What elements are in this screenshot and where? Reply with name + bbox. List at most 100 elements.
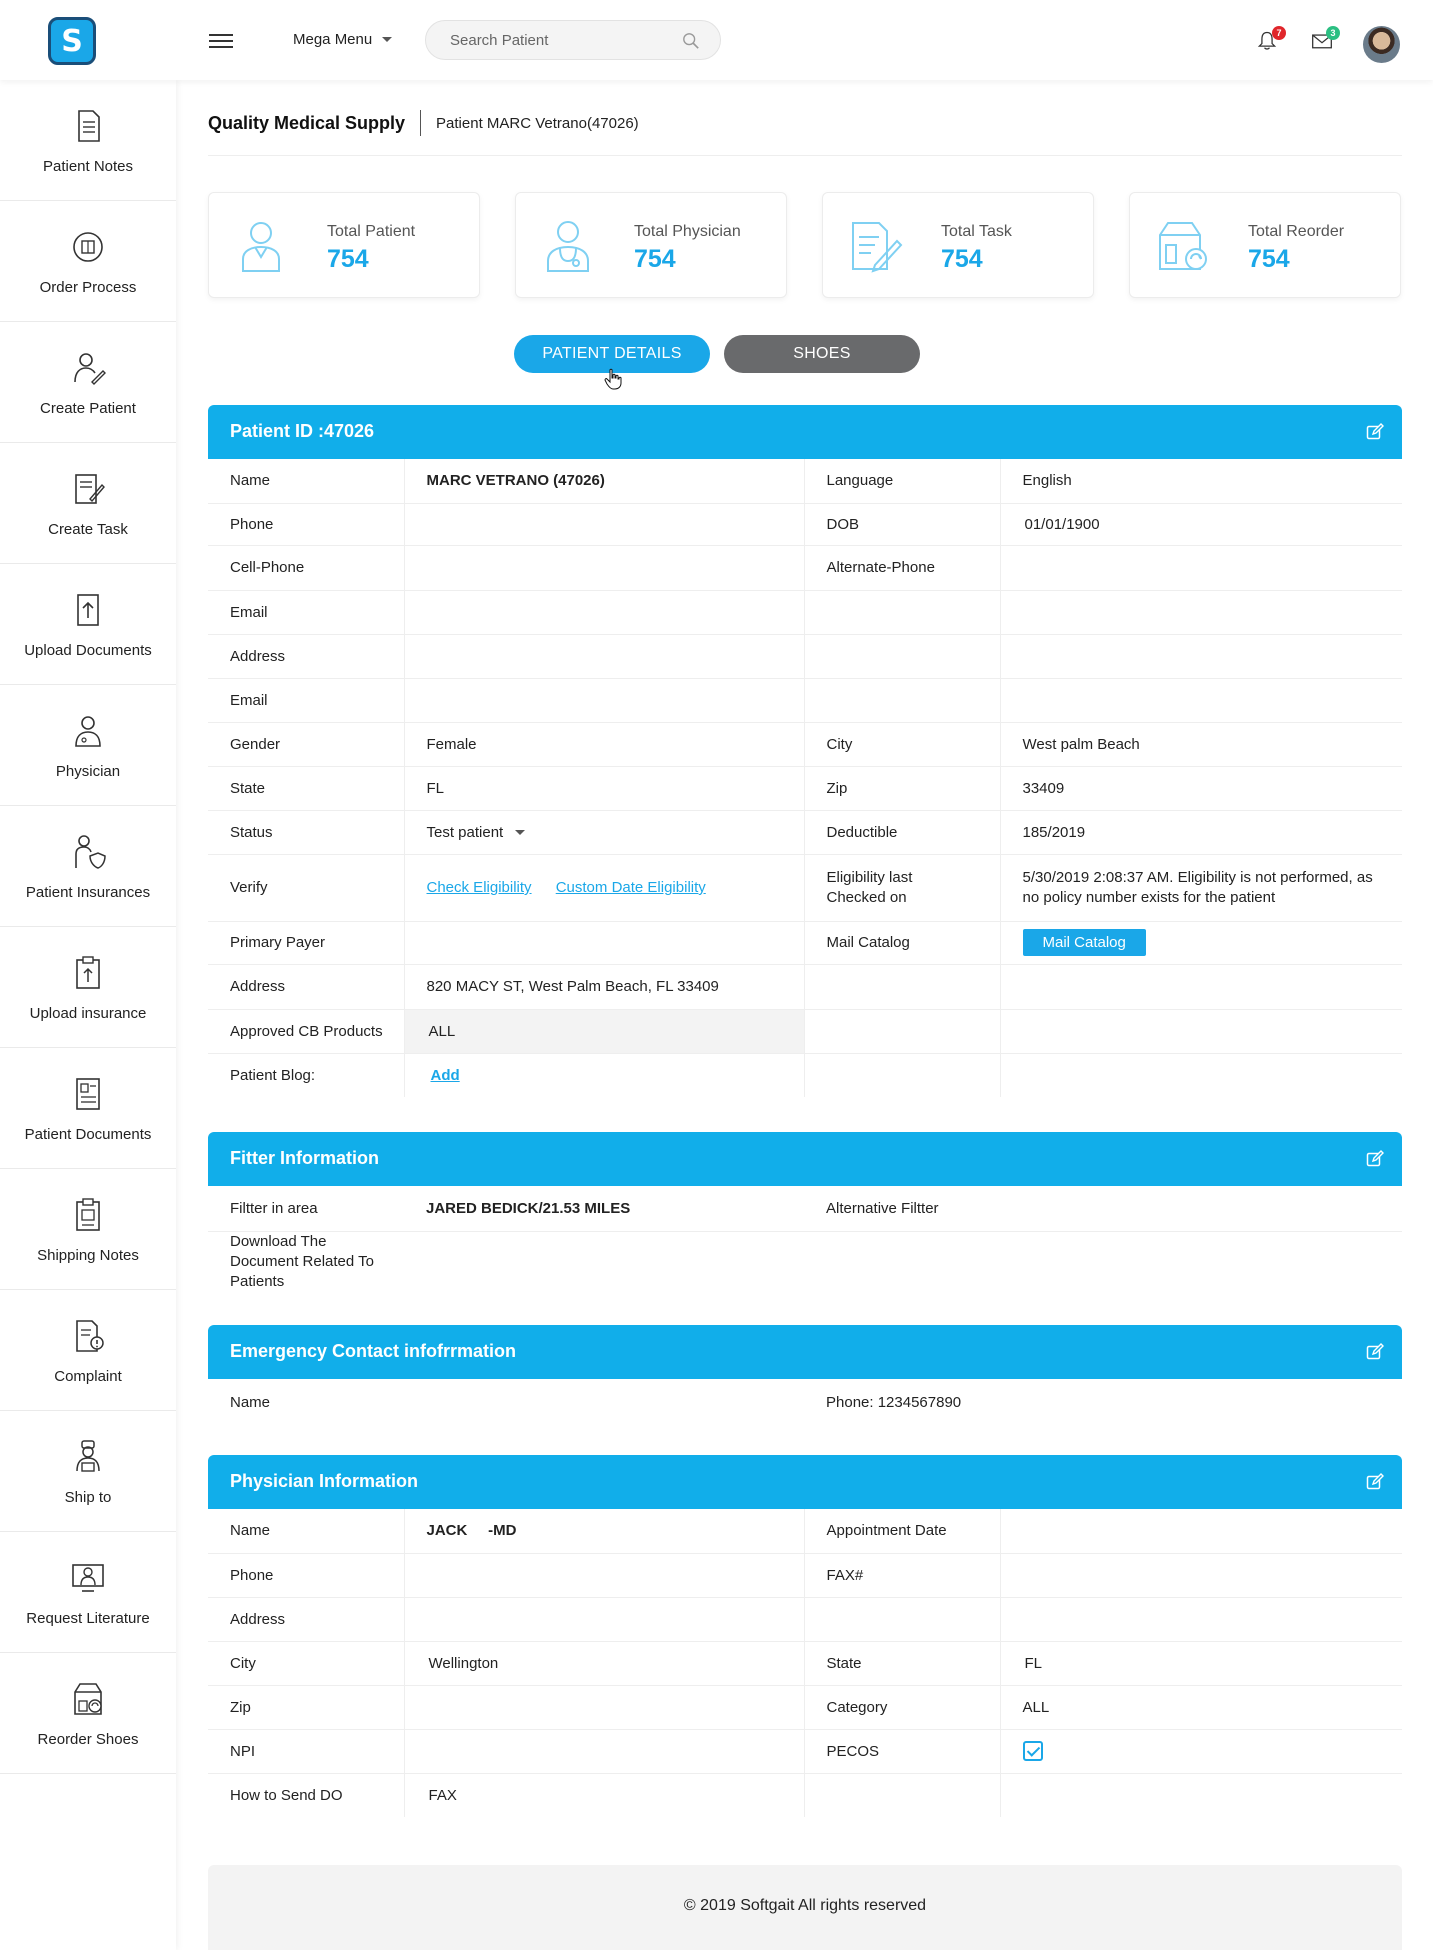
- sidebar-item-request-literature[interactable]: Request Literature: [0, 1532, 176, 1653]
- approved-products-value: ALL: [403, 1009, 804, 1054]
- field-label: Primary Payer: [208, 921, 404, 965]
- field-label: City: [803, 722, 1000, 767]
- field-label: Eligibility last Checked on: [803, 854, 1000, 922]
- patient-icon: [242, 222, 280, 272]
- company-name: Quality Medical Supply: [208, 112, 406, 133]
- empty-cell: [999, 1053, 1402, 1097]
- status-dropdown[interactable]: Test patient: [403, 810, 804, 855]
- edit-icon[interactable]: [1366, 423, 1384, 441]
- notes-icon: [78, 109, 100, 142]
- complaint-icon: [76, 1319, 104, 1352]
- sidebar-item-label: Patient Documents: [24, 1125, 152, 1143]
- fitter-in-area-value: JARED BEDICK/21.53 MILES: [404, 1186, 804, 1232]
- stat-card-total-task[interactable]: Total Task 754: [822, 192, 1094, 298]
- order-process-icon: [73, 231, 103, 262]
- panel-title: Emergency Contact infofrrmation: [230, 1341, 517, 1361]
- stat-label: Total Task: [941, 223, 1012, 240]
- stat-label: Total Physician: [634, 223, 741, 240]
- search-icon[interactable]: [682, 32, 700, 50]
- sidebar-item-patient-insurances[interactable]: Patient Insurances: [0, 806, 176, 927]
- task-icon: [852, 222, 903, 273]
- hamburger-menu-icon[interactable]: [209, 34, 233, 48]
- notification-bell-icon[interactable]: 7: [1256, 26, 1286, 56]
- state-value: FL: [999, 1641, 1402, 1686]
- messages-count-badge: 3: [1326, 26, 1340, 40]
- city-value: West palm Beach: [999, 722, 1402, 767]
- physician-name-value: JACK -MD: [403, 1509, 804, 1554]
- stat-value: 754: [1248, 245, 1290, 273]
- sidebar-item-label: Patient Notes: [42, 157, 134, 175]
- table-row: Phone FAX#: [208, 1553, 1402, 1598]
- app-logo[interactable]: S: [48, 17, 96, 65]
- sidebar-item-order-process[interactable]: Order Process: [0, 201, 176, 322]
- table-row: Name JACK -MD Appointment Date: [208, 1509, 1402, 1554]
- patient-details-table: Name MARC VETRANO (47026) Language Engli…: [208, 459, 1402, 1097]
- field-label: How to Send DO: [230, 1786, 343, 1804]
- field-label: Email: [208, 590, 404, 635]
- empty-cell: [803, 634, 1000, 679]
- field-label: State: [208, 766, 404, 811]
- sidebar-item-create-task[interactable]: Create Task: [0, 443, 176, 564]
- reorder-shoes-icon: [74, 1682, 102, 1715]
- messages-envelope-icon[interactable]: 3: [1310, 26, 1340, 56]
- table-row: Gender Female City West palm Beach: [208, 722, 1402, 767]
- field-label: NPI: [208, 1729, 404, 1774]
- empty-cell: [404, 1231, 804, 1292]
- sidebar: Patient Notes Order Process Create Patie…: [0, 80, 176, 1950]
- language-value: English: [999, 459, 1402, 504]
- sidebar-item-patient-notes[interactable]: Patient Notes: [0, 80, 176, 201]
- mail-catalog-button[interactable]: Mail Catalog: [1022, 929, 1146, 956]
- sidebar-item-upload-insurance[interactable]: Upload insurance: [0, 927, 176, 1048]
- sidebar-item-physician[interactable]: Physician: [0, 685, 176, 806]
- field-label: Deductible: [803, 810, 1000, 855]
- edit-icon[interactable]: [1366, 1343, 1384, 1361]
- panel-title: Patient ID :47026: [230, 421, 375, 441]
- search-input[interactable]: [450, 30, 670, 50]
- sidebar-item-shipping-notes[interactable]: Shipping Notes: [0, 1169, 176, 1290]
- empty-cell: [999, 1009, 1402, 1054]
- table-row: Address 820 MACY ST, West Palm Beach, FL…: [208, 964, 1402, 1010]
- sidebar-item-complaint[interactable]: Complaint: [0, 1290, 176, 1411]
- hand-cursor-icon: [604, 368, 622, 390]
- address-value: [403, 1597, 804, 1642]
- sidebar-item-ship-to[interactable]: Ship to: [0, 1411, 176, 1532]
- field-label: Address: [208, 964, 404, 1010]
- mega-menu-dropdown[interactable]: Mega Menu: [293, 31, 393, 48]
- stat-card-total-physician[interactable]: Total Physician 754: [515, 192, 787, 298]
- empty-cell: [803, 1773, 1000, 1817]
- field-label: Phone: [208, 503, 404, 546]
- logo-letter: S: [61, 23, 83, 59]
- shipping-notes-icon: [76, 1197, 100, 1231]
- stat-card-total-reorder[interactable]: Total Reorder 754: [1129, 192, 1401, 298]
- add-blog-link[interactable]: Add: [431, 1067, 460, 1084]
- user-avatar[interactable]: [1363, 26, 1400, 63]
- stat-card-total-patient[interactable]: Total Patient 754: [208, 192, 480, 298]
- custom-date-eligibility-link[interactable]: Custom Date Eligibility: [556, 879, 706, 896]
- table-row: Address: [208, 634, 1402, 679]
- tab-shoes[interactable]: SHOES: [724, 335, 920, 373]
- sidebar-item-label: Complaint: [54, 1367, 122, 1385]
- check-eligibility-link[interactable]: Check Eligibility: [427, 879, 532, 896]
- emergency-phone-value: Phone: 1234567890: [826, 1393, 962, 1411]
- search-box: [425, 20, 721, 60]
- pecos-checkbox[interactable]: [1022, 1741, 1043, 1761]
- sidebar-item-upload-documents[interactable]: Upload Documents: [0, 564, 176, 685]
- table-row: Cell-Phone Alternate-Phone: [208, 545, 1402, 591]
- edit-icon[interactable]: [1366, 1150, 1384, 1168]
- field-label: Name: [208, 1509, 404, 1554]
- address-value: 820 MACY ST, West Palm Beach, FL 33409: [403, 964, 804, 1010]
- sidebar-item-patient-documents[interactable]: Patient Documents: [0, 1048, 176, 1169]
- edit-icon[interactable]: [1366, 1473, 1384, 1491]
- fitter-table: Filtter in area JARED BEDICK/21.53 MILES…: [208, 1186, 1402, 1292]
- stat-value: 754: [941, 245, 983, 273]
- field-label: State: [803, 1641, 1000, 1686]
- empty-cell: [803, 590, 1000, 635]
- table-row: Name Phone: 1234567890: [208, 1379, 1402, 1425]
- sidebar-item-reorder-shoes[interactable]: Reorder Shoes: [0, 1653, 176, 1774]
- field-label: Name: [208, 459, 404, 504]
- sidebar-item-create-patient[interactable]: Create Patient: [0, 322, 176, 443]
- email-value: [403, 678, 804, 723]
- address-value: [403, 634, 804, 679]
- dob-value: 01/01/1900: [999, 503, 1402, 546]
- divider: [208, 155, 1402, 156]
